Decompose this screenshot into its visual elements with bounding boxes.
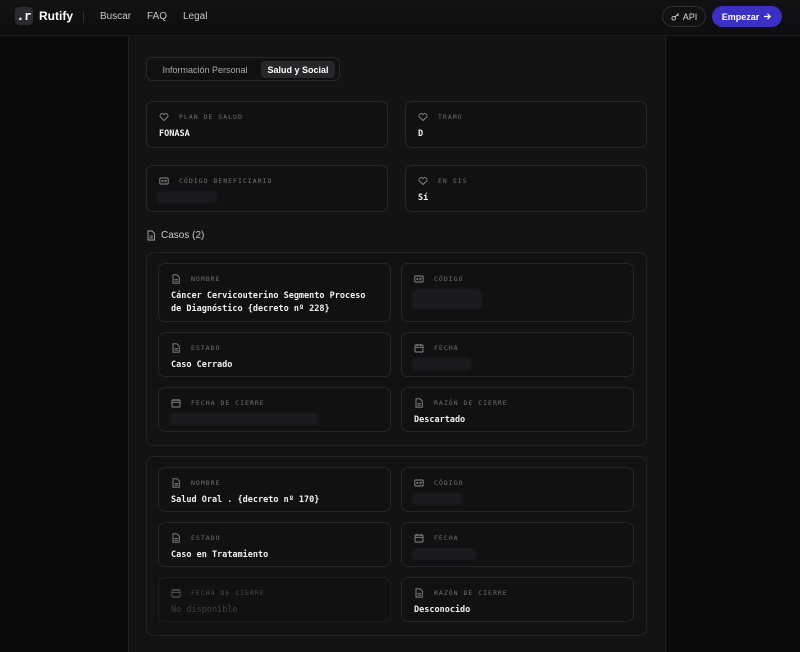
- id-card-icon: [414, 479, 424, 487]
- logo-text: Rutify: [39, 9, 73, 23]
- field-value: FONASA: [159, 129, 190, 139]
- field-value: Salud Oral . {decreto nº 170}: [171, 495, 320, 505]
- case-field-nombre: NOMBRE Cáncer Cervicouterino Segmento Pr…: [158, 263, 391, 322]
- field-value: Caso en Tratamiento: [171, 550, 269, 560]
- logo[interactable]: .r Rutify: [15, 7, 73, 25]
- case-field-estado: ESTADO Caso en Tratamiento: [158, 522, 391, 567]
- key-icon: [671, 13, 679, 21]
- field-label: PLAN DE SALUD: [179, 113, 243, 121]
- case-field-fecha-de-cierre: FECHA DE CIERRE: [158, 387, 391, 432]
- start-button-label: Empezar: [721, 11, 760, 22]
- cases-section-title: Casos (2): [146, 230, 204, 241]
- case-field-nombre: NOMBRE Salud Oral . {decreto nº 170}: [158, 467, 391, 512]
- field-value: No disponible: [171, 605, 238, 615]
- field-tramo: TRAMO D: [405, 101, 647, 148]
- redacted-value: [157, 191, 217, 203]
- field-label: CÓDIGO: [434, 275, 464, 283]
- case-field-estado: ESTADO Caso Cerrado: [158, 332, 391, 377]
- field-value: Desconocido: [414, 605, 471, 615]
- document-icon: [172, 478, 180, 488]
- field-value: Cáncer Cervicouterino Segmento Proceso d…: [171, 291, 366, 314]
- nav-link-faq[interactable]: FAQ: [147, 11, 167, 22]
- calendar-icon: [414, 344, 424, 353]
- field-label: FECHA: [434, 534, 459, 542]
- redacted-value: [412, 289, 482, 309]
- heart-icon: [418, 113, 428, 122]
- redacted-value: [412, 493, 462, 505]
- field-label: ESTADO: [191, 344, 221, 352]
- nav-link-buscar[interactable]: Buscar: [100, 11, 131, 22]
- field-label: NOMBRE: [191, 479, 221, 487]
- id-card-icon: [159, 177, 169, 185]
- field-codigo-beneficiario: CÓDIGO BENEFICIARIO: [146, 165, 388, 212]
- nav-divider: [83, 11, 84, 23]
- document-icon: [147, 230, 155, 241]
- field-value: D: [418, 129, 424, 139]
- field-plan-de-salud: PLAN DE SALUD FONASA: [146, 101, 388, 148]
- case-field-razon-de-cierre: RAZÓN DE CIERRE Descartado: [401, 387, 634, 432]
- case-field-codigo: CÓDIGO: [401, 467, 634, 512]
- calendar-icon: [414, 534, 424, 543]
- calendar-icon: [171, 589, 181, 598]
- cases-title-text: Casos (2): [161, 230, 205, 241]
- start-button[interactable]: Empezar: [712, 6, 782, 27]
- field-en-sis: EN SIS Sí: [405, 165, 647, 212]
- heart-icon: [159, 113, 169, 122]
- field-label: ESTADO: [191, 534, 221, 542]
- field-label: FECHA DE CIERRE: [191, 399, 265, 407]
- case-field-fecha: FECHA: [401, 332, 634, 377]
- tab-salud-y-social[interactable]: Salud y Social: [261, 61, 335, 78]
- document-icon: [415, 398, 423, 408]
- field-label: NOMBRE: [191, 275, 221, 283]
- field-label: TRAMO: [438, 113, 463, 121]
- tab-informacion-personal[interactable]: Información Personal: [152, 61, 258, 78]
- nav-link-legal[interactable]: Legal: [183, 11, 207, 22]
- id-card-icon: [414, 275, 424, 283]
- top-navbar: .r Rutify Buscar FAQ Legal API Empezar: [0, 0, 800, 36]
- document-icon: [415, 588, 423, 598]
- field-label: RAZÓN DE CIERRE: [434, 589, 508, 597]
- case-field-fecha: FECHA: [401, 522, 634, 567]
- api-button[interactable]: API: [662, 6, 706, 27]
- field-label: CÓDIGO: [434, 479, 464, 487]
- field-value: Sí: [418, 193, 429, 203]
- field-label: FECHA: [434, 344, 459, 352]
- case-field-fecha-de-cierre: FECHA DE CIERRE No disponible: [158, 577, 391, 622]
- document-icon: [172, 533, 180, 543]
- field-value: Descartado: [414, 415, 466, 425]
- api-button-label: API: [682, 11, 698, 22]
- redacted-value: [169, 413, 319, 425]
- document-icon: [172, 343, 180, 353]
- field-value: Caso Cerrado: [171, 360, 233, 370]
- redacted-value: [412, 358, 472, 370]
- field-label: RAZÓN DE CIERRE: [434, 399, 508, 407]
- field-label: FECHA DE CIERRE: [191, 589, 265, 597]
- case-field-razon-de-cierre: RAZÓN DE CIERRE Desconocido: [401, 577, 634, 622]
- field-label: CÓDIGO BENEFICIARIO: [179, 177, 273, 185]
- case-field-codigo: CÓDIGO: [401, 263, 634, 322]
- tab-bar: Información Personal Salud y Social: [146, 57, 340, 81]
- arrow-right-icon: [764, 13, 772, 20]
- heart-icon: [418, 177, 428, 186]
- calendar-icon: [171, 399, 181, 408]
- field-label: EN SIS: [438, 177, 468, 185]
- redacted-value: [412, 548, 476, 560]
- logo-mark: .r: [15, 7, 33, 25]
- document-icon: [172, 274, 180, 284]
